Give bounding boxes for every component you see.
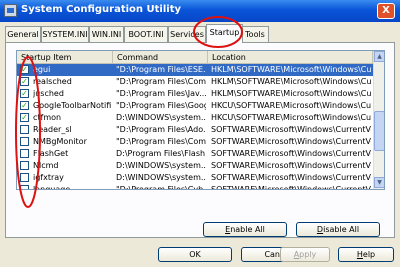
list-item[interactable]: language "D:\Program Files\Cyb... SOFTWARE…	[17, 184, 373, 190]
column-header-location[interactable]: Location	[208, 51, 373, 64]
checkbox-unchecked-icon[interactable]	[20, 149, 29, 158]
tab-tools[interactable]: Tools	[241, 26, 269, 42]
startup-item-name: FlashGet	[33, 149, 69, 158]
list-item[interactable]: ✓ jusched "D:\Program Files\Jav... HKLM\SOF…	[17, 88, 373, 100]
startup-item-name: ctfmon	[33, 113, 62, 122]
list-item[interactable]: ✓ realsched "D:\Program Files\Com... HKLM\S…	[17, 76, 373, 88]
startup-item-location: HKLM\SOFTWARE\Microsoft\Windows\CurrentV…	[211, 77, 371, 86]
startup-item-name: NMBgMonitor	[33, 137, 87, 146]
checkbox-unchecked-icon[interactable]	[20, 161, 29, 170]
list-item[interactable]: NMBgMonitor "D:\Program Files\Com... SOFTW…	[17, 136, 373, 148]
startup-item-command: D:\WINDOWS\system...	[116, 161, 206, 170]
list-item[interactable]: ✓ GoogleToolbarNotifier "D:\Program Files\…	[17, 100, 373, 112]
list-item[interactable]: FlashGet D:\Program Files\Flash... SOFTWAR…	[17, 148, 373, 160]
list-item[interactable]: Nlcmd D:\WINDOWS\system... SOFTWARE\Micros…	[17, 160, 373, 172]
list-item[interactable]: Reader_sl "D:\Program Files\Ado... SOFTWAR…	[17, 124, 373, 136]
startup-item-command: D:\Program Files\Flash...	[116, 149, 206, 158]
tab-win-ini[interactable]: WIN.INI	[89, 26, 124, 42]
startup-item-name: language	[33, 185, 71, 190]
startup-item-location: HKCU\SOFTWARE\Microsoft\Windows\CurrentV…	[211, 113, 371, 122]
tab-startup[interactable]: Startup	[206, 24, 243, 43]
title-bar: System Configuration Utility X	[0, 0, 400, 22]
startup-item-command: "D:\Program Files\Com...	[116, 137, 206, 146]
checkbox-unchecked-icon[interactable]	[20, 125, 29, 134]
startup-item-location: SOFTWARE\Microsoft\Windows\CurrentVersio…	[211, 125, 371, 134]
startup-item-location: SOFTWARE\Microsoft\Windows\CurrentVersio…	[211, 173, 371, 182]
startup-item-location: HKLM\SOFTWARE\Microsoft\Windows\CurrentV…	[211, 65, 371, 74]
vertical-scrollbar[interactable]: ▲ ▼	[373, 51, 384, 189]
scroll-thumb[interactable]	[374, 111, 384, 151]
startup-item-command: "D:\Program Files\Com...	[116, 77, 206, 86]
enable-all-button[interactable]: Enable All	[203, 222, 287, 237]
startup-item-location: SOFTWARE\Microsoft\Windows\CurrentVersio…	[211, 161, 371, 170]
startup-item-location: HKLM\SOFTWARE\Microsoft\Windows\CurrentV…	[211, 89, 371, 98]
startup-item-location: SOFTWARE\Microsoft\Windows\CurrentVersio…	[211, 185, 371, 190]
startup-item-command: "D:\Program Files\ESE...	[116, 65, 206, 74]
checkbox-unchecked-icon[interactable]	[20, 137, 29, 146]
startup-item-name: igfxtray	[33, 173, 64, 182]
startup-item-command: D:\WINDOWS\system...	[116, 113, 206, 122]
startup-item-command: "D:\Program Files\Cyb...	[116, 185, 206, 190]
startup-item-name: egui	[33, 65, 51, 74]
window-title: System Configuration Utility	[21, 4, 181, 15]
startup-item-name: Nlcmd	[33, 161, 59, 170]
startup-item-command: D:\WINDOWS\system...	[116, 173, 206, 182]
list-item[interactable]: igfxtray D:\WINDOWS\system... SOFTWARE\Mic…	[17, 172, 373, 184]
tab-system-ini[interactable]: SYSTEM.INI	[41, 26, 89, 42]
startup-item-name: GoogleToolbarNotifier	[33, 101, 111, 110]
list-item[interactable]: ✓ egui "D:\Program Files\ESE... HKLM\SOFTWA…	[17, 64, 373, 76]
startup-item-command: "D:\Program Files\Ado...	[116, 125, 206, 134]
apply-button[interactable]: Apply	[280, 247, 330, 262]
startup-item-location: SOFTWARE\Microsoft\Windows\CurrentVersio…	[211, 137, 371, 146]
checkbox-checked-icon[interactable]: ✓	[20, 65, 29, 74]
list-item[interactable]: ✓ ctfmon D:\WINDOWS\system... HKCU\SOFTWARE…	[17, 112, 373, 124]
ok-button[interactable]: OK	[158, 247, 232, 262]
startup-item-name: Reader_sl	[33, 125, 72, 134]
scroll-up-arrow-icon[interactable]: ▲	[374, 51, 384, 62]
checkbox-checked-icon[interactable]: ✓	[20, 77, 29, 86]
startup-item-location: HKCU\SOFTWARE\Microsoft\Windows\CurrentV…	[211, 101, 371, 110]
checkbox-unchecked-icon[interactable]	[20, 185, 29, 189]
tab-general[interactable]: General	[5, 26, 41, 42]
startup-item-command: "D:\Program Files\Jav...	[116, 89, 206, 98]
checkbox-checked-icon[interactable]: ✓	[20, 89, 29, 98]
startup-item-name: jusched	[33, 89, 64, 98]
close-button[interactable]: X	[377, 3, 395, 19]
scroll-down-arrow-icon[interactable]: ▼	[374, 177, 384, 188]
startup-list: Startup Item Command Location ✓ egui "D:\P…	[16, 50, 385, 190]
app-icon	[4, 4, 17, 17]
column-header-startup-item[interactable]: Startup Item	[17, 51, 113, 64]
tab-boot-ini[interactable]: BOOT.INI	[124, 26, 168, 42]
disable-all-button[interactable]: Disable All	[296, 222, 380, 237]
startup-item-location: SOFTWARE\Microsoft\Windows\CurrentVersio…	[211, 149, 371, 158]
checkbox-unchecked-icon[interactable]	[20, 173, 29, 182]
startup-item-command: "D:\Program Files\Goog...	[116, 101, 206, 110]
tab-services[interactable]: Services	[168, 26, 206, 42]
startup-item-name: realsched	[33, 77, 72, 86]
checkbox-checked-icon[interactable]: ✓	[20, 113, 29, 122]
column-header-command[interactable]: Command	[113, 51, 208, 64]
help-button[interactable]: Help	[338, 247, 394, 262]
checkbox-checked-icon[interactable]: ✓	[20, 101, 29, 110]
